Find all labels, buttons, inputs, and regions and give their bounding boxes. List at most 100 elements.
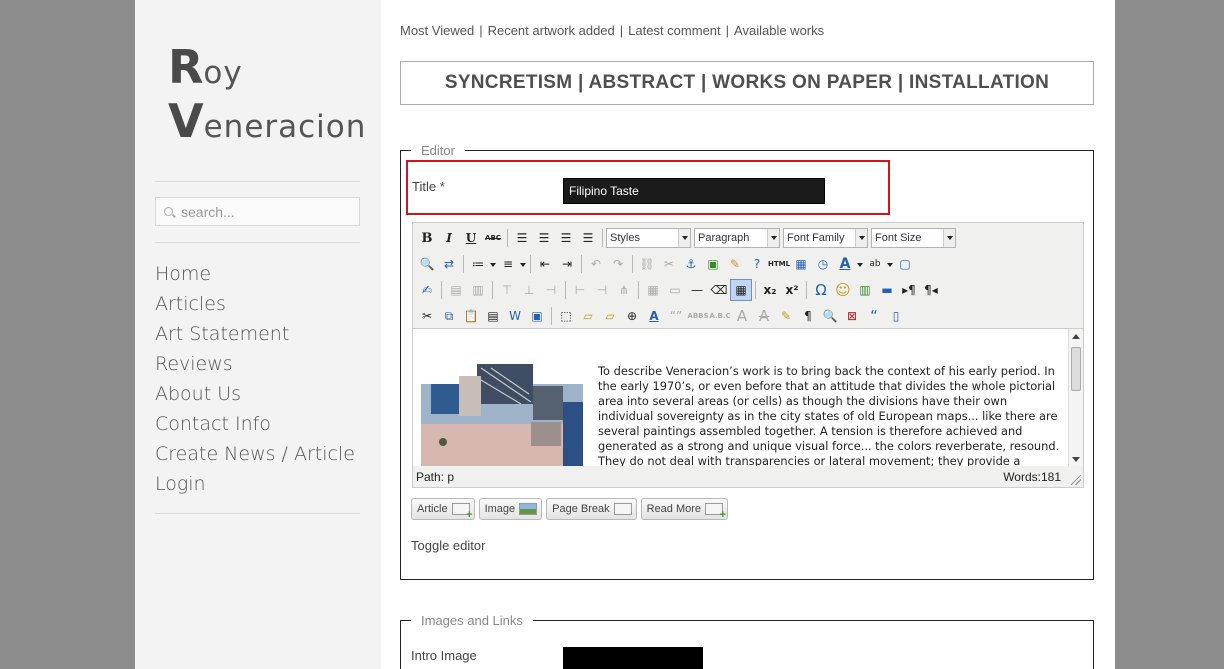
numbered-list-icon[interactable]: ≡	[497, 253, 519, 275]
attribs-icon[interactable]: ✎	[775, 305, 797, 327]
insert-date-icon[interactable]: ▦	[790, 253, 812, 275]
template-icon[interactable]: ▯	[885, 305, 907, 327]
cite-icon[interactable]: “”	[665, 305, 687, 327]
image-button[interactable]: Image	[478, 498, 543, 520]
remove-format-icon[interactable]: ⌫	[708, 279, 730, 301]
absolute-icon[interactable]: ⊕	[621, 305, 643, 327]
site-logo[interactable]: Roy Veneracion	[168, 40, 366, 148]
preview-icon[interactable]: 🔍	[819, 305, 841, 327]
nav-item-login[interactable]: Login	[155, 471, 355, 501]
delete-col-icon[interactable]: ⋔	[613, 279, 635, 301]
nav-item-contact-info[interactable]: Contact Info	[155, 411, 355, 441]
replace-icon[interactable]: ⇄	[438, 253, 460, 275]
scroll-thumb[interactable]	[1071, 347, 1081, 391]
html-code-icon[interactable]: HTML	[768, 253, 790, 275]
intro-image-select[interactable]	[563, 647, 703, 669]
top-nav-available-works[interactable]: Available works	[734, 23, 824, 38]
horizontal-line-icon[interactable]: ▬	[876, 279, 898, 301]
acronym-icon[interactable]: A.B.C	[709, 305, 731, 327]
media-icon[interactable]: ▥	[854, 279, 876, 301]
help-icon[interactable]: ?	[746, 253, 768, 275]
paste-word-icon[interactable]: W	[504, 305, 526, 327]
top-nav-latest-comment[interactable]: Latest comment	[628, 23, 721, 38]
toggle-editor-link[interactable]: Toggle editor	[411, 538, 485, 553]
font-family-select[interactable]: Font Family	[783, 228, 868, 248]
insert-row-before-icon[interactable]: ⊤	[496, 279, 518, 301]
insert-time-icon[interactable]: ◷	[812, 253, 834, 275]
article-button[interactable]: Article	[411, 498, 475, 521]
cell-props-icon[interactable]: ▥	[467, 279, 489, 301]
subscript-icon[interactable]: x₂	[759, 279, 781, 301]
insert-col-after-icon[interactable]: ⊣	[591, 279, 613, 301]
nav-item-reviews[interactable]: Reviews	[155, 351, 355, 381]
image-icon[interactable]: ▣	[702, 253, 724, 275]
cleanup-icon[interactable]: ✎	[724, 253, 746, 275]
nav-item-about-us[interactable]: About Us	[155, 381, 355, 411]
undo-icon[interactable]: ↶	[585, 253, 607, 275]
show-blocks-icon[interactable]: ¶	[797, 305, 819, 327]
styles-select[interactable]: Styles	[606, 228, 691, 248]
italic-button[interactable]: I	[438, 227, 460, 249]
unlink-icon[interactable]: ✂	[658, 253, 680, 275]
nav-item-create-news[interactable]: Create News / Article	[155, 441, 355, 471]
editor-scrollbar[interactable]	[1068, 329, 1083, 466]
chevron-down-icon[interactable]	[886, 253, 894, 275]
visual-aid-icon[interactable]: ⬚	[555, 305, 577, 327]
top-nav-most-viewed[interactable]: Most Viewed	[400, 23, 474, 38]
nav-item-home[interactable]: Home	[155, 261, 355, 291]
underline-button[interactable]: U	[460, 227, 482, 249]
paste-text-icon[interactable]: ▤	[482, 305, 504, 327]
align-right-button[interactable]: ☰	[555, 227, 577, 249]
top-nav-recent-artwork[interactable]: Recent artwork added	[488, 23, 615, 38]
search-input[interactable]	[181, 202, 351, 222]
merge-cells-icon[interactable]: ▭	[664, 279, 686, 301]
insert-layer-icon[interactable]: ▱	[577, 305, 599, 327]
redo-icon[interactable]: ↷	[607, 253, 629, 275]
move-layer-icon[interactable]: ▱	[599, 305, 621, 327]
emoticon-icon[interactable]: ☺	[832, 279, 854, 301]
find-icon[interactable]: 🔍	[416, 253, 438, 275]
read-more-button[interactable]: Read More	[640, 498, 729, 521]
superscript-icon[interactable]: x²	[781, 279, 803, 301]
select-all-icon[interactable]: ▣	[526, 305, 548, 327]
fullscreen-icon[interactable]: ▢	[894, 253, 916, 275]
scroll-down-icon[interactable]	[1072, 457, 1080, 462]
copy-icon[interactable]: ⧉	[438, 305, 460, 327]
special-char-icon[interactable]: Ω	[810, 279, 832, 301]
insert-col-before-icon[interactable]: ⊢	[569, 279, 591, 301]
chevron-down-icon[interactable]	[489, 253, 497, 275]
abbr-icon[interactable]: ABBS	[687, 305, 709, 327]
highlight-color-icon[interactable]: ab	[864, 253, 886, 275]
cut-icon[interactable]: ✂	[416, 305, 438, 327]
edit-css-icon[interactable]: ✍	[416, 279, 438, 301]
strikethrough-button[interactable]: ABC	[482, 227, 504, 249]
ins-icon[interactable]: A	[731, 305, 753, 327]
align-left-button[interactable]: ☰	[511, 227, 533, 249]
paste-icon[interactable]: 📋	[460, 305, 482, 327]
text-color-icon[interactable]: A	[834, 253, 856, 275]
blockquote-icon[interactable]: “	[863, 305, 885, 327]
nav-item-art-statement[interactable]: Art Statement	[155, 321, 355, 351]
chevron-down-icon[interactable]	[519, 253, 527, 275]
split-cells-icon[interactable]: ▦	[642, 279, 664, 301]
delete-row-icon[interactable]: ⊣	[540, 279, 562, 301]
title-input[interactable]	[563, 178, 825, 204]
outdent-icon[interactable]: ⇤	[534, 253, 556, 275]
font-size-select[interactable]: Font Size	[871, 228, 956, 248]
indent-icon[interactable]: ⇥	[556, 253, 578, 275]
page-break-button[interactable]: Page Break	[546, 498, 637, 520]
editor-content-area[interactable]: To describe Veneracion’s work is to brin…	[413, 328, 1083, 466]
align-center-button[interactable]: ☰	[533, 227, 555, 249]
resize-handle-icon[interactable]	[1071, 475, 1081, 485]
link-icon[interactable]: ⛓	[636, 253, 658, 275]
align-justify-button[interactable]: ☰	[577, 227, 599, 249]
styleprops-icon[interactable]: A	[643, 305, 665, 327]
row-props-icon[interactable]: ▤	[445, 279, 467, 301]
anchor-icon[interactable]: ⚓	[680, 253, 702, 275]
insert-row-after-icon[interactable]: ⊥	[518, 279, 540, 301]
horizontal-rule-icon[interactable]: —	[686, 279, 708, 301]
nonbreaking-icon[interactable]: ⊠	[841, 305, 863, 327]
del-icon[interactable]: A	[753, 305, 775, 327]
table-icon[interactable]: ▦	[730, 279, 752, 301]
bold-button[interactable]: B	[416, 227, 438, 249]
